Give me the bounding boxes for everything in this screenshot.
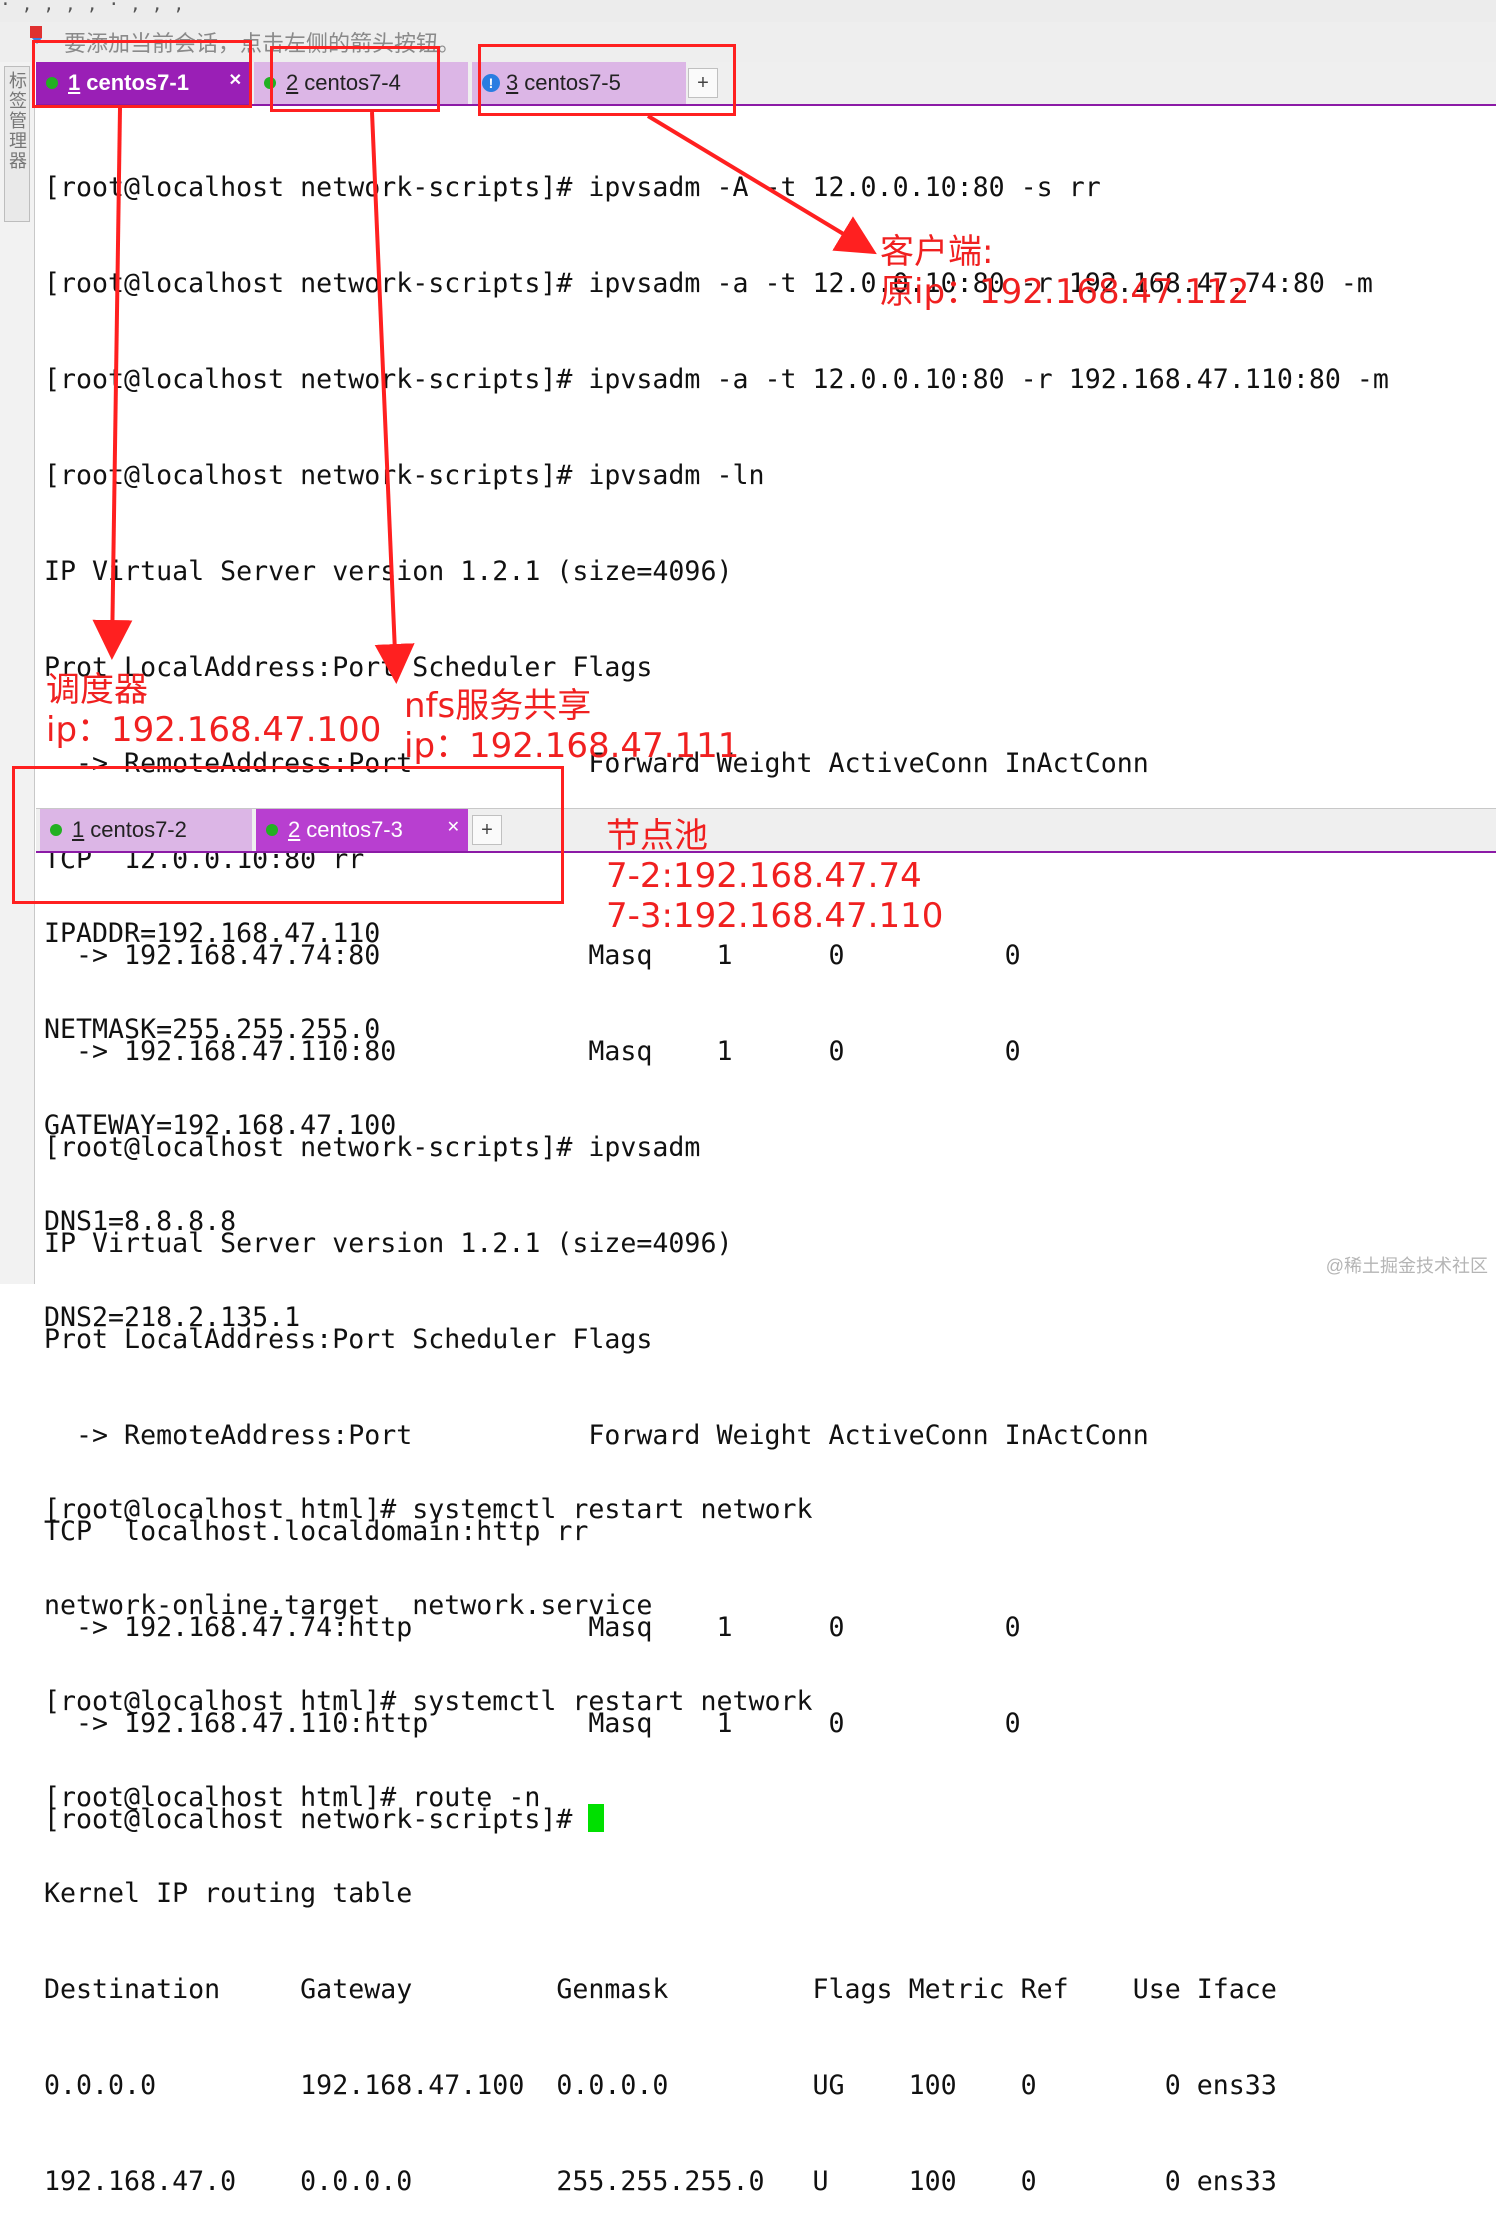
terminal-line: Kernel IP routing table (44, 1878, 413, 1909)
terminal-line: network-online.target network.service (44, 1590, 653, 1621)
terminal-line: 0.0.0.0 192.168.47.100 0.0.0.0 UG 100 0 … (44, 2070, 1277, 2101)
terminal-line: [root@localhost html]# systemctl restart… (44, 1686, 813, 1717)
arrow-to-nfs (370, 111, 415, 684)
terminal-line: [root@localhost html]# systemctl restart… (44, 1494, 813, 1525)
annotation-nfs: nfs服务共享 ip：192.168.47.111 (404, 686, 740, 766)
annotation-client: 客户端: 原ip：192.168.47.112 (880, 232, 1250, 312)
arrow-to-scheduler (92, 107, 133, 660)
terminal-line: DNS2=218.2.135.1 (44, 1302, 301, 1333)
watermark: @稀土掘金技术社区 (1325, 1256, 1488, 1276)
annotation-scheduler: 调度器 ip：192.168.47.100 (46, 670, 382, 750)
annotation-arrows (92, 107, 877, 684)
terminal-line: Destination Gateway Genmask Flags Metric… (44, 1974, 1277, 2005)
terminal-line: [root@localhost html]# route -n (44, 1782, 541, 1813)
arrow-to-client (646, 114, 877, 255)
terminal-line: 192.168.47.0 0.0.0.0 255.255.255.0 U 100… (44, 2166, 1277, 2197)
annotation-node-pool: 节点池 7-2:192.168.47.74 7-3:192.168.47.110 (606, 816, 944, 936)
